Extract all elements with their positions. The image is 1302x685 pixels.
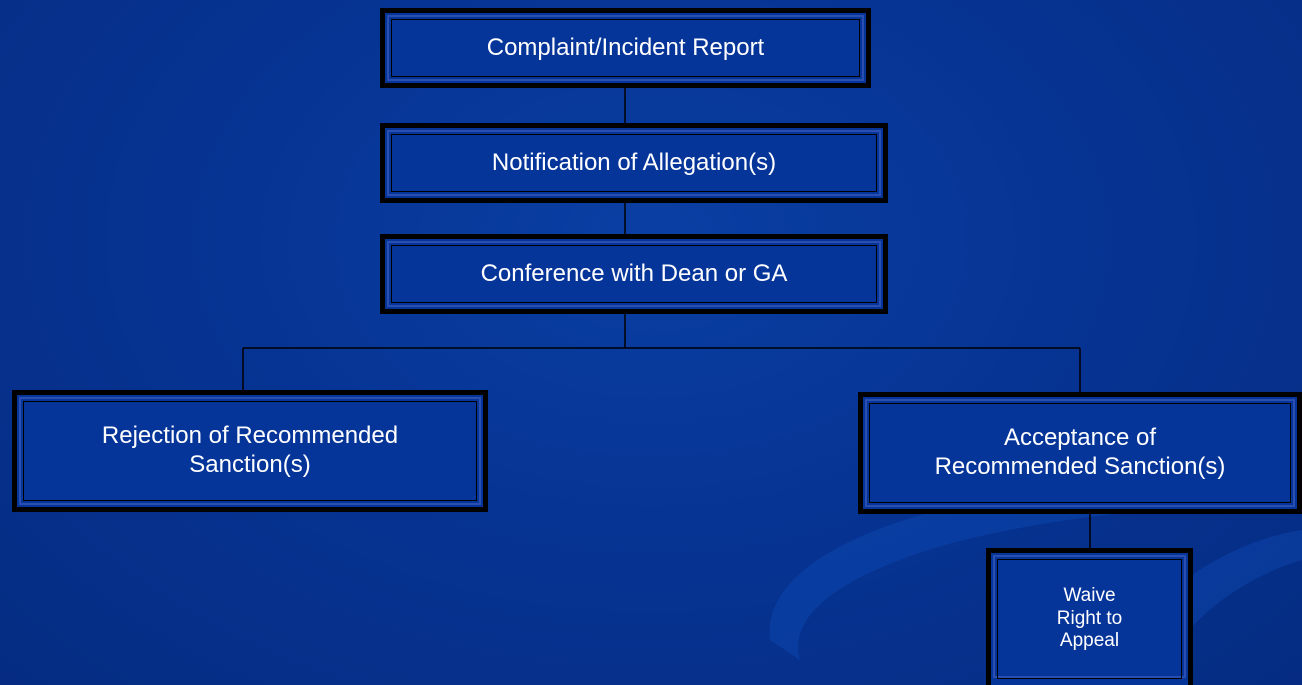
node-complaint-label: Complaint/Incident Report [486,33,765,61]
node-notification-label: Notification of Allegation(s) [491,148,777,176]
node-notification-of-allegations: Notification of Allegation(s) [380,123,888,203]
node-rejection-label-line2: Sanction(s) [189,451,311,478]
node-waive-label: Waive Right to Appeal [1057,585,1122,653]
node-rejection-of-sanctions: Rejection of Recommended Sanction(s) [12,390,488,512]
node-acceptance-label-line2: Recommended Sanction(s) [934,453,1226,480]
node-waive-label-line2: Right to [1056,607,1123,629]
node-waive-right-to-appeal: Waive Right to Appeal [986,548,1193,685]
flowchart-slide: Complaint/Incident Report Notification o… [0,0,1302,685]
node-acceptance-of-sanctions: Acceptance of Recommended Sanction(s) [858,392,1302,514]
node-conference-label: Conference with Dean or GA [480,259,788,287]
node-conference-with-dean: Conference with Dean or GA [380,234,888,314]
node-complaint-incident-report: Complaint/Incident Report [380,8,871,88]
node-waive-label-line1: Waive [1063,584,1116,606]
node-acceptance-label-line1: Acceptance of [1003,424,1157,452]
node-acceptance-label: Acceptance of Recommended Sanction(s) [935,424,1226,482]
node-rejection-label: Rejection of Recommended Sanction(s) [102,422,398,480]
node-rejection-label-line1: Rejection of Recommended [101,422,399,450]
node-waive-label-line3: Appeal [1059,630,1120,652]
